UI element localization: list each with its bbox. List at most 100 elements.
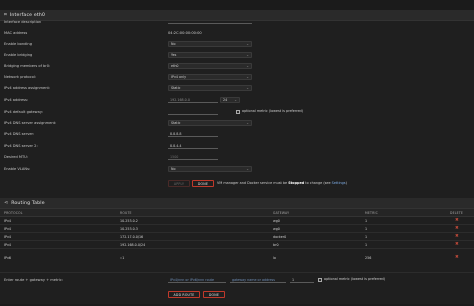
ipv4-address-input[interactable]: 192.168.0.0 (168, 97, 218, 103)
row-gateway: wg0 (273, 227, 280, 231)
chevron-down-icon: ⌄ (246, 53, 249, 57)
row-route: 192.168.0.0/24 (120, 243, 146, 247)
ipv4-netmask-select[interactable]: 24 ⌄ (220, 97, 240, 103)
label-enable-bonding: Enable bonding (4, 41, 32, 46)
label-interface-description: Interface description (4, 19, 42, 24)
settings-link[interactable]: Settings (332, 181, 346, 185)
ipv4-netmask-selected: 24 (223, 98, 228, 102)
enable-bridging-select[interactable]: Yes ⌄ (168, 52, 252, 58)
row-route: ::1 (120, 256, 125, 260)
delete-route-icon[interactable]: ✖ (455, 255, 459, 260)
route-metric-note: optional metric (lowest is preferred) (324, 277, 386, 281)
service-stopped-note: VM manager and Docker service must be St… (217, 181, 347, 185)
routing-table-header: PROTOCOL ROUTE GATEWAY METRIC DELETE (0, 209, 474, 217)
chevron-down-icon: ⌄ (246, 42, 249, 46)
column-protocol: PROTOCOL (4, 211, 23, 215)
network-protocol-selected: IPv4 only (171, 75, 187, 79)
table-row: IPv4 10.253.0.2 wg0 1 ✖ (0, 217, 474, 225)
table-row: IPv4 172.17.0.0/16 docker0 1 ✖ (0, 233, 474, 241)
share-icon: ⋖ (4, 199, 9, 206)
delete-route-icon[interactable]: ✖ (455, 218, 459, 223)
chevron-down-icon: ⌄ (246, 86, 249, 90)
delete-route-icon[interactable]: ✖ (455, 234, 459, 239)
label-ipv4-address: IPv4 address: (4, 97, 29, 102)
delete-route-icon[interactable]: ✖ (455, 242, 459, 247)
routing-panel-title: Routing Table (11, 200, 45, 206)
bridging-members-select[interactable]: eth0 ⌄ (168, 63, 252, 69)
bridging-members-selected: eth0 (171, 64, 179, 68)
row-gateway: wg0 (273, 219, 280, 223)
chevron-down-icon: ⌄ (246, 121, 249, 125)
gateway-input[interactable]: gateway name or address (230, 277, 286, 283)
delete-route-icon[interactable]: ✖ (455, 226, 459, 231)
enable-bonding-selected: No (171, 42, 176, 46)
column-metric: METRIC (365, 211, 378, 215)
done-button[interactable]: DONE (192, 180, 214, 187)
label-ipv4-dns-server: IPv4 DNS server: (4, 131, 35, 136)
metric-input[interactable]: 1 (290, 277, 314, 283)
note-prefix: VM manager and Docker service must be (217, 181, 289, 185)
chevron-down-icon: ⌄ (246, 75, 249, 79)
row-metric: 1 (365, 235, 368, 239)
mac-address-value: 04:2C:00:00:00:00 (168, 30, 202, 35)
ipv4-assignment-select[interactable]: Static ⌄ (168, 85, 252, 91)
row-metric: 1 (365, 219, 368, 223)
enable-bonding-select[interactable]: No ⌄ (168, 41, 252, 47)
row-gateway: br0 (273, 243, 279, 247)
ipv4-dns-assignment-selected: Static (171, 121, 181, 125)
label-desired-mtu: Desired MTU: (4, 154, 29, 159)
chevron-down-icon: ⌄ (234, 98, 237, 102)
label-enable-bridging: Enable bridging (4, 52, 33, 57)
label-bridging-members: Bridging members of br0: (4, 63, 51, 68)
row-gateway: docker0 (273, 235, 287, 239)
label-ipv4-dns-server-2: IPv4 DNS server 2: (4, 143, 38, 148)
row-route: 10.253.0.3 (120, 227, 138, 231)
table-row: IPv4 10.253.0.3 wg0 1 ✖ (0, 225, 474, 233)
gateway-metric-note: optional metric (lowest is preferred) (242, 109, 304, 113)
row-metric: 1 (365, 227, 368, 231)
label-enable-vlans: Enable VLANs: (4, 166, 31, 171)
chevron-down-icon: ⌄ (246, 64, 249, 68)
add-route-button[interactable]: ADD ROUTE (168, 291, 200, 298)
row-metric: 256 (365, 256, 372, 260)
route-metric-checkbox[interactable] (318, 278, 322, 282)
row-protocol: IPv4 (4, 235, 12, 239)
enable-vlans-select[interactable]: No ⌄ (168, 166, 252, 172)
label-network-protocol: Network protocol: (4, 74, 37, 79)
add-route-label: Enter route + gateway + metric: (4, 277, 64, 282)
column-gateway: GATEWAY (273, 211, 290, 215)
note-bold: Stopped (288, 181, 305, 185)
row-protocol: IPv4 (4, 219, 12, 223)
note-suffix: to change (see (304, 181, 332, 185)
routing-done-button[interactable]: DONE (203, 291, 225, 298)
label-ipv4-dns-assignment: IPv4 DNS server assignment: (4, 120, 57, 125)
network-protocol-select[interactable]: IPv4 only ⌄ (168, 74, 252, 80)
note-end: ) (345, 181, 347, 185)
ipv4-dns-server-2-input[interactable]: 8.8.4.4 (168, 143, 218, 149)
label-mac-address: MAC address (4, 30, 28, 35)
column-route: ROUTE (120, 211, 132, 215)
row-route: 172.17.0.0/16 (120, 235, 144, 239)
chevron-down-icon: ⌄ (246, 167, 249, 171)
row-protocol: IPv6 (4, 256, 12, 260)
row-protocol: IPv4 (4, 227, 12, 231)
table-row: IPv6 ::1 lo 256 ✖ (0, 249, 474, 273)
enable-bridging-selected: Yes (171, 53, 177, 57)
ipv4-dns-assignment-select[interactable]: Static ⌄ (168, 120, 252, 126)
route-input[interactable]: IPv4/nnn or IPv6/nnn route (168, 277, 226, 283)
routing-panel-header: ⋖ Routing Table (0, 198, 474, 209)
ipv4-assignment-selected: Static (171, 86, 181, 90)
ipv4-dns-server-input[interactable]: 8.8.8.8 (168, 131, 218, 137)
table-row: IPv4 192.168.0.0/24 br0 1 ✖ (0, 241, 474, 249)
desired-mtu-input[interactable]: 1500 (168, 154, 218, 160)
gateway-metric-checkbox[interactable] (236, 110, 240, 114)
ipv4-gateway-input[interactable] (168, 109, 218, 115)
label-ipv4-assignment: IPv4 address assignment: (4, 85, 51, 90)
enable-vlans-selected: No (171, 167, 176, 171)
interface-description-input[interactable] (168, 18, 252, 24)
row-gateway: lo (273, 256, 276, 260)
label-ipv4-gateway: IPv4 default gateway: (4, 109, 43, 114)
column-delete: DELETE (450, 211, 464, 215)
apply-button[interactable]: APPLY (168, 180, 190, 187)
row-metric: 1 (365, 243, 368, 247)
